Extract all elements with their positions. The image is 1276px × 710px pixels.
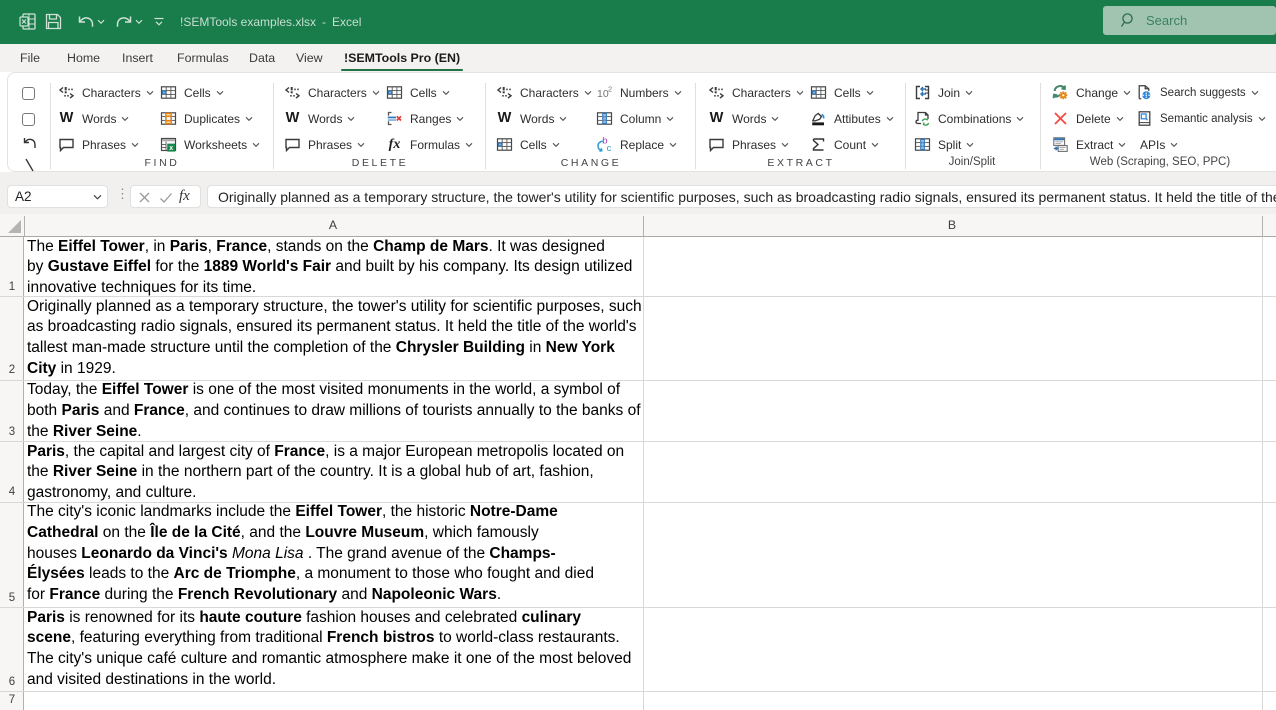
svg-text:x: x (169, 145, 173, 152)
svg-text:c: c (607, 143, 612, 153)
svg-text:2: 2 (608, 85, 612, 94)
